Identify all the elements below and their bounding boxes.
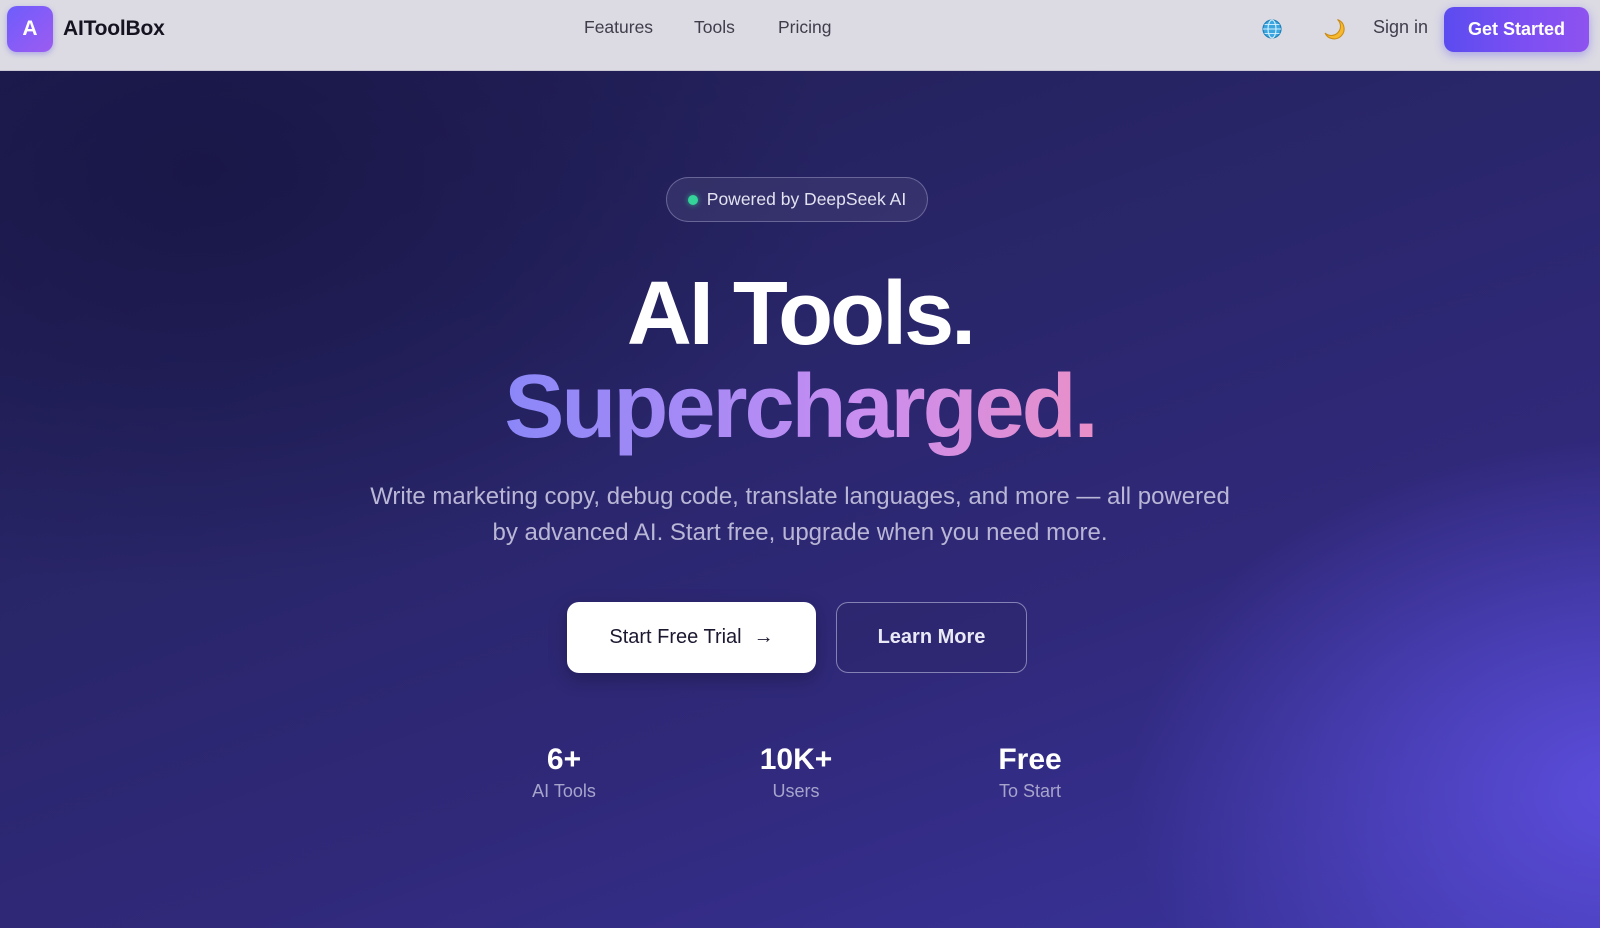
stat-value: 10K+ bbox=[759, 743, 833, 776]
stat-value: 6+ bbox=[546, 743, 582, 776]
status-dot-icon bbox=[687, 194, 698, 205]
learn-more-button[interactable]: Learn More bbox=[836, 602, 1027, 673]
hero-subtitle: Write marketing copy, debug code, transl… bbox=[370, 483, 1230, 546]
logo-badge: A bbox=[7, 6, 53, 52]
stat-free: Free To Start bbox=[950, 742, 1110, 802]
stat-label: AI Tools bbox=[532, 781, 596, 801]
start-free-trial-label: Start Free Trial bbox=[609, 626, 742, 648]
powered-by-badge: Powered by DeepSeek AI bbox=[666, 177, 928, 222]
nav-link-pricing[interactable]: Pricing bbox=[778, 17, 832, 38]
hero-headline-line-1: AI Tools. bbox=[626, 264, 976, 364]
arrow-right-icon: → bbox=[753, 626, 774, 648]
hero-headline-gradient-text: Supercharged. bbox=[504, 357, 1098, 457]
stat-users: 10K+ Users bbox=[716, 742, 876, 802]
top-navbar: A AIToolBox Features Tools Pricing Sign … bbox=[0, 0, 1600, 71]
stat-ai-tools: 6+ AI Tools bbox=[484, 742, 644, 802]
sign-in-link[interactable]: Sign in bbox=[1373, 17, 1428, 38]
stat-label: To Start bbox=[998, 781, 1062, 801]
globe-icon bbox=[1262, 19, 1282, 39]
moon-icon bbox=[1324, 19, 1345, 40]
language-button[interactable] bbox=[1258, 15, 1286, 43]
theme-toggle-button[interactable] bbox=[1320, 15, 1348, 43]
brand-name: AIToolBox bbox=[63, 17, 165, 40]
stat-label: Users bbox=[772, 781, 820, 801]
nav-link-tools[interactable]: Tools bbox=[694, 17, 735, 38]
hero-section: Powered by DeepSeek AI AI Tools. Superch… bbox=[0, 71, 1600, 928]
stat-value: Free bbox=[998, 743, 1062, 776]
brand-logo-link[interactable]: A AIToolBox bbox=[7, 6, 165, 52]
get-started-button[interactable]: Get Started bbox=[1444, 7, 1589, 52]
hero-headline-line-2: Supercharged. bbox=[0, 357, 1600, 457]
powered-by-text: Powered by DeepSeek AI bbox=[706, 189, 907, 209]
start-free-trial-button[interactable]: Start Free Trial → bbox=[567, 602, 816, 673]
nav-link-features[interactable]: Features bbox=[584, 17, 653, 38]
